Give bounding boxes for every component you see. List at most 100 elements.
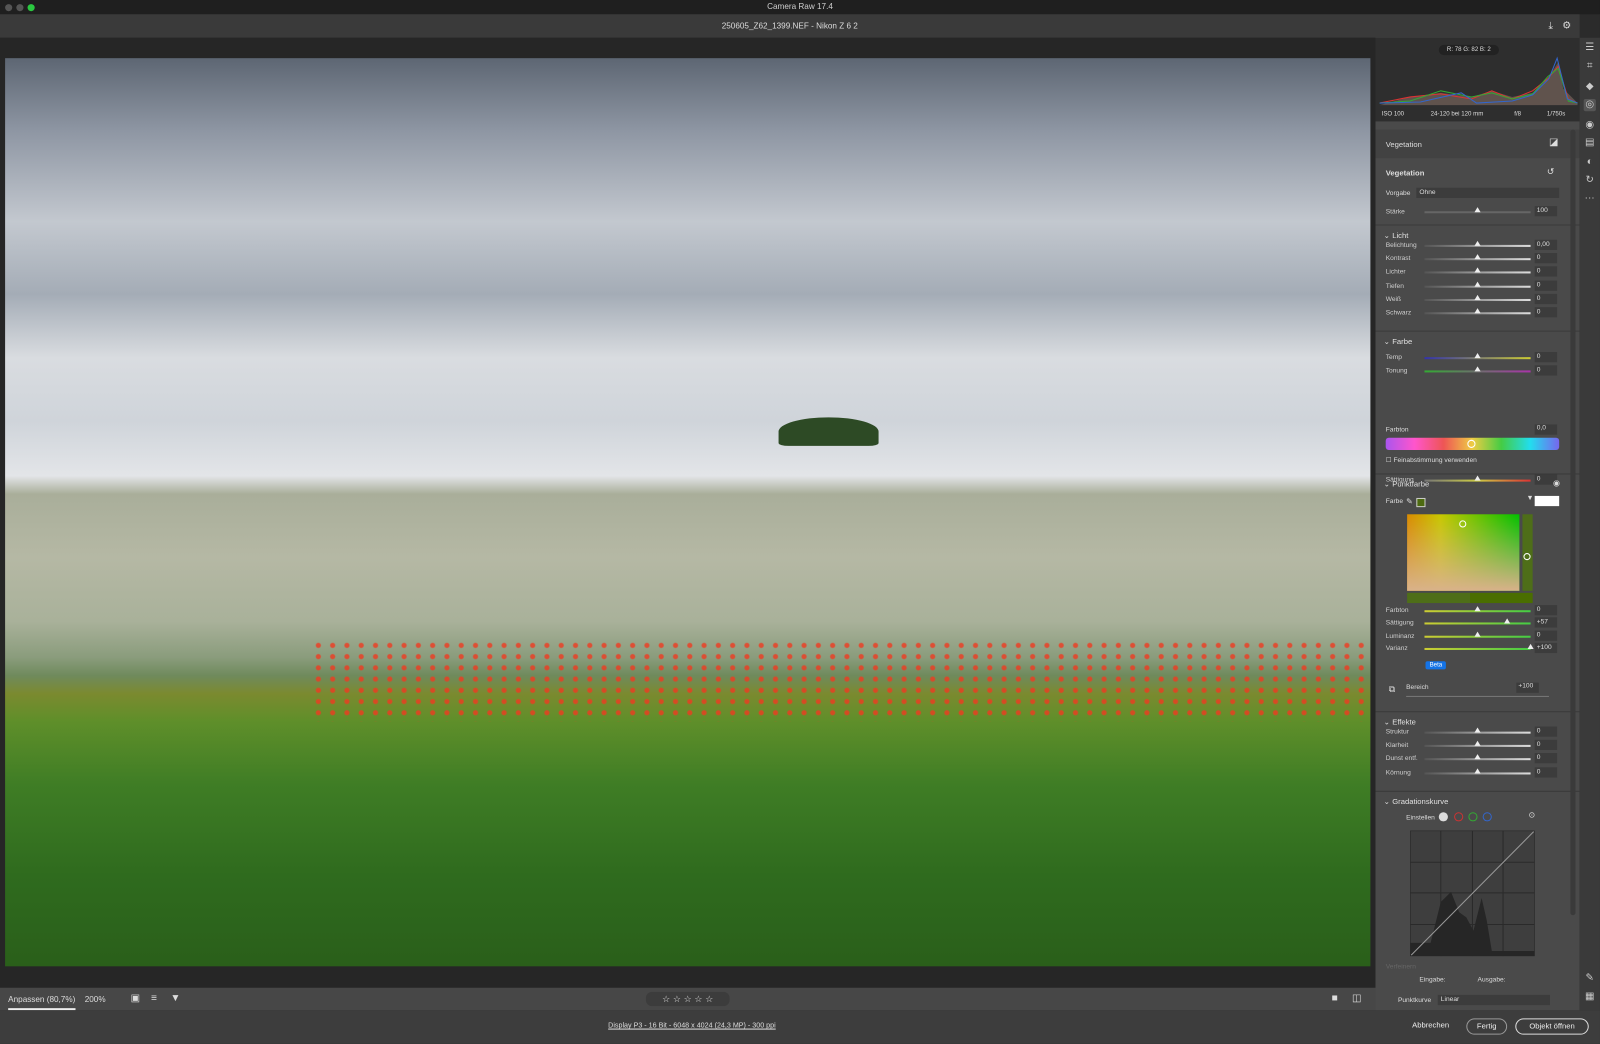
eye-icon[interactable]: ◉ (1553, 479, 1560, 488)
filter-icon[interactable]: ▼ (170, 993, 180, 1004)
slider-thumb[interactable] (1474, 294, 1481, 300)
slider-value[interactable]: 0 (1534, 605, 1558, 616)
open-object-button[interactable]: Objekt öffnen (1515, 1018, 1589, 1035)
redeye-icon[interactable]: ◉ (1584, 119, 1596, 131)
slider-value[interactable]: 0 (1534, 293, 1558, 304)
hue-bar[interactable] (1385, 437, 1560, 450)
slider-thumb[interactable] (1474, 754, 1481, 760)
fine-tune-checkbox[interactable]: ☐ Feinabstimmung verwenden (1386, 456, 1477, 464)
punktfarbe-slider-1[interactable]: Sättigung +57 (1386, 617, 1570, 630)
slider-value[interactable]: 0 (1534, 307, 1558, 318)
gear-icon[interactable]: ⚙ (1562, 14, 1571, 37)
single-view-icon[interactable]: ■ (1332, 993, 1338, 1004)
mask-thumbnail-icon[interactable]: ◪ (1549, 137, 1559, 148)
channel-blue-button[interactable] (1482, 812, 1492, 822)
temp-slider[interactable]: Temp 0 (1386, 352, 1570, 364)
slider-value[interactable]: 0 (1534, 766, 1558, 778)
crop-icon[interactable]: ⌗ (1584, 60, 1596, 72)
range-slider[interactable] (1406, 695, 1549, 697)
punktfarbe-slider-0[interactable]: Farbton 0 (1386, 605, 1570, 617)
punktfarbe-slider-3[interactable]: Varianz +100 (1386, 642, 1570, 655)
channel-red-button[interactable] (1454, 812, 1464, 822)
grid-icon[interactable]: ▦ (1584, 991, 1596, 1003)
more-icon[interactable]: ⋯ (1584, 193, 1596, 205)
sort-icon[interactable]: ≡ (151, 993, 157, 1004)
amount-value[interactable]: 100 (1534, 206, 1558, 217)
slider-thumb[interactable] (1474, 727, 1481, 733)
targeted-adjustment-icon[interactable]: ⊙ (1529, 810, 1536, 819)
curve-header[interactable]: ⌄ Gradationskurve (1384, 797, 1449, 806)
save-icon[interactable]: ⤓ (1549, 14, 1554, 37)
preset-select[interactable]: Ohne (1416, 187, 1560, 198)
close-window-button[interactable] (5, 4, 13, 12)
presets-icon[interactable]: ▤ (1584, 137, 1596, 149)
mask-icon[interactable]: ◎ (1583, 98, 1596, 112)
slider-track[interactable] (1424, 622, 1531, 625)
image-canvas[interactable] (0, 37, 1376, 988)
eyedropper-icon[interactable]: ✎ (1406, 497, 1413, 506)
minimize-window-button[interactable] (16, 4, 24, 12)
mask-item[interactable]: Vegetation ◪ (1375, 129, 1580, 159)
saturation-thumb[interactable] (1474, 475, 1481, 481)
punktfarbe-header[interactable]: ⌄ Punktfarbe (1384, 480, 1430, 489)
effekte-slider-0[interactable]: Struktur 0 (1386, 726, 1570, 739)
slider-thumb[interactable] (1474, 308, 1481, 314)
slider-value[interactable]: 0 (1534, 253, 1558, 264)
slider-thumb[interactable] (1474, 631, 1481, 637)
slider-value[interactable]: 0 (1534, 753, 1558, 764)
color-picker-handle[interactable] (1459, 520, 1467, 528)
farbe-header[interactable]: ⌄ Farbe (1384, 337, 1413, 346)
range-value[interactable]: +100 (1516, 682, 1539, 693)
tint-value[interactable]: 0 (1534, 365, 1558, 376)
compare-view-icon[interactable]: ◫ (1352, 993, 1362, 1004)
channel-green-button[interactable] (1468, 812, 1478, 822)
slider-track[interactable] (1424, 647, 1531, 650)
eraser-icon[interactable]: ◆ (1584, 81, 1596, 93)
color-field[interactable] (1407, 514, 1520, 591)
reset-icon[interactable]: ↺ (1547, 166, 1555, 177)
temp-value[interactable]: 0 (1534, 352, 1558, 363)
slider-value[interactable]: +100 (1534, 642, 1558, 653)
zoom-200-button[interactable]: 200% (85, 995, 106, 1004)
rating-stars[interactable]: ☆ ☆ ☆ ☆ ☆ (645, 991, 730, 1007)
slider-thumb[interactable] (1474, 606, 1481, 612)
tone-curve-graph[interactable] (1410, 830, 1535, 957)
snapshots-icon[interactable]: ◐ (1584, 156, 1596, 168)
luminance-handle[interactable] (1523, 553, 1531, 561)
effekte-slider-2[interactable]: Dunst entf. 0 (1386, 753, 1570, 765)
slider-value[interactable]: 0 (1534, 739, 1558, 751)
hue-value[interactable]: 0,0 (1534, 424, 1558, 435)
sample-icon[interactable]: ✎ (1584, 972, 1596, 984)
slider-thumb[interactable] (1504, 618, 1511, 624)
color-swatch[interactable] (1534, 495, 1560, 507)
slider-thumb[interactable] (1474, 281, 1481, 287)
display-icon[interactable]: ▣ (131, 993, 141, 1004)
licht-slider-4[interactable]: Weiß 0 (1386, 293, 1570, 306)
history-icon[interactable]: ↻ (1584, 174, 1596, 186)
hue-handle[interactable] (1467, 439, 1476, 448)
punktfarbe-slider-2[interactable]: Luminanz 0 (1386, 630, 1570, 642)
slider-value[interactable]: 0,00 (1534, 239, 1558, 250)
slider-value[interactable]: 0 (1534, 266, 1558, 277)
sampled-color-swatch[interactable] (1416, 497, 1426, 508)
slider-thumb[interactable] (1527, 643, 1534, 649)
licht-slider-3[interactable]: Tiefen 0 (1386, 280, 1570, 292)
channel-rgb-button[interactable] (1438, 812, 1448, 822)
amount-slider[interactable]: Stärke 100 (1386, 206, 1570, 218)
effekte-slider-3[interactable]: Körnung 0 (1386, 766, 1570, 779)
luminance-strip[interactable] (1522, 514, 1533, 591)
pointcurve-select[interactable]: Linear (1437, 994, 1550, 1006)
slider-value[interactable]: +57 (1534, 617, 1558, 628)
temp-thumb[interactable] (1474, 353, 1481, 359)
edit-sliders-icon[interactable]: ☰ (1584, 42, 1596, 54)
licht-slider-2[interactable]: Lichter 0 (1386, 266, 1570, 279)
effekte-header[interactable]: ⌄ Effekte (1384, 717, 1416, 726)
slider-thumb[interactable] (1474, 254, 1481, 260)
photo-preview[interactable] (5, 58, 1371, 967)
slider-value[interactable]: 0 (1534, 630, 1558, 641)
effekte-slider-1[interactable]: Klarheit 0 (1386, 739, 1570, 752)
dropdown-triangle-icon[interactable]: ▼ (1527, 495, 1534, 502)
licht-slider-5[interactable]: Schwarz 0 (1386, 307, 1570, 319)
licht-header[interactable]: ⌄ Licht (1384, 231, 1409, 240)
workflow-options-link[interactable]: Display P3 - 16 Bit - 6048 x 4024 (24,3 … (608, 1022, 776, 1029)
